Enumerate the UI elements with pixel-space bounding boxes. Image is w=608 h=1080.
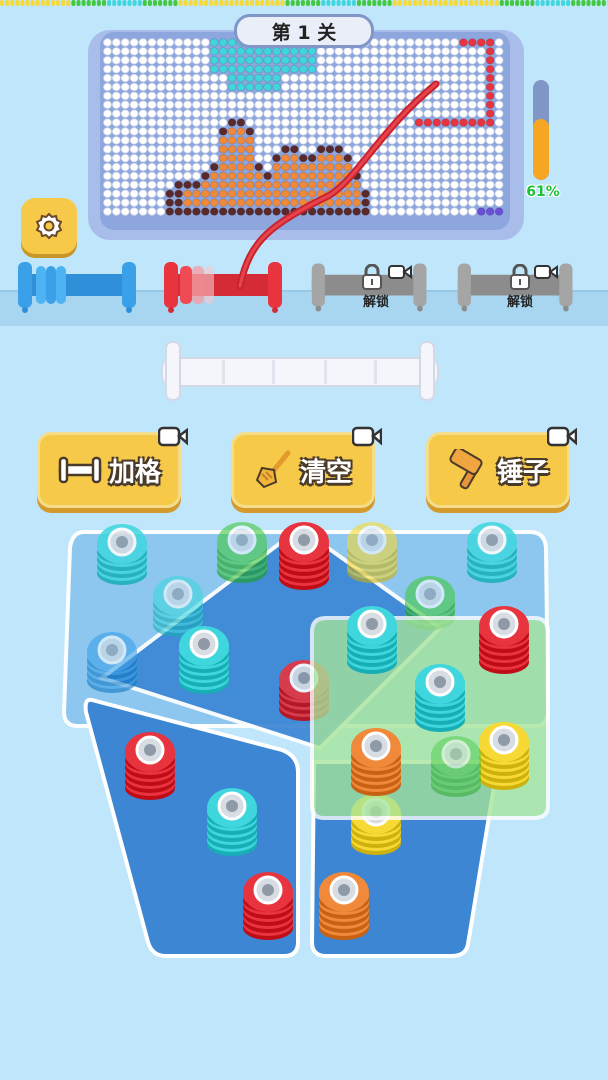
clear-button[interactable]: 清空 [231,426,382,508]
add-slot-button[interactable]: 加格 [37,426,188,508]
hammer-label: 锤子 [496,457,549,488]
hammer-icon [449,449,483,490]
ring-stack-yellow[interactable] [347,522,397,583]
ring-stack-cyan[interactable] [415,664,465,732]
clear-label: 清空 [299,457,352,488]
broom-icon [255,450,291,489]
ring-stack-red[interactable] [479,606,529,674]
ring-stack-cyan[interactable] [347,606,397,674]
ring-stack-blue[interactable] [87,632,137,693]
progress-fill [533,119,549,180]
spool-blue[interactable] [14,260,140,314]
top-bead-row [0,0,608,6]
ring-stack-cyan[interactable] [179,626,229,694]
ring-stack-green[interactable] [217,522,267,583]
progress-percent: 61% [526,184,560,200]
level-title: 第 1 关 [234,14,374,48]
hammer-button[interactable]: 锤子 [426,426,577,508]
video-ad-icon [352,426,382,447]
lock-icon [510,264,530,290]
unlock-label-1: 解锁 [362,295,389,310]
lock-icon [362,264,382,290]
video-ad-icon [158,426,188,447]
video-ad-icon [534,265,558,279]
spool-red[interactable] [160,260,286,314]
ring-stack-orange[interactable] [351,728,401,796]
pixel-art-canvas [103,38,504,216]
ring-stack-green[interactable] [431,736,481,797]
settings-button[interactable] [21,198,77,254]
ring-stack-red[interactable] [243,872,293,940]
unlock-label-2: 解锁 [506,295,533,310]
video-ad-icon [547,426,577,447]
ring-stack-red[interactable] [279,522,329,590]
buffer-rod[interactable] [152,340,448,404]
ring-stack-red[interactable] [125,732,175,800]
ring-stack-cyan[interactable] [207,788,257,856]
progress-bar [533,80,549,180]
gear-icon [35,212,63,240]
ring-stack-orange[interactable] [319,872,369,940]
ring-stack-cyan[interactable] [467,522,517,583]
video-ad-icon [388,265,412,279]
play-field [61,522,551,958]
add-slot-label: 加格 [108,457,161,488]
rod-icon [58,456,102,484]
ring-stack-yellow[interactable] [479,722,529,790]
ring-stack-cyan[interactable] [97,524,147,585]
